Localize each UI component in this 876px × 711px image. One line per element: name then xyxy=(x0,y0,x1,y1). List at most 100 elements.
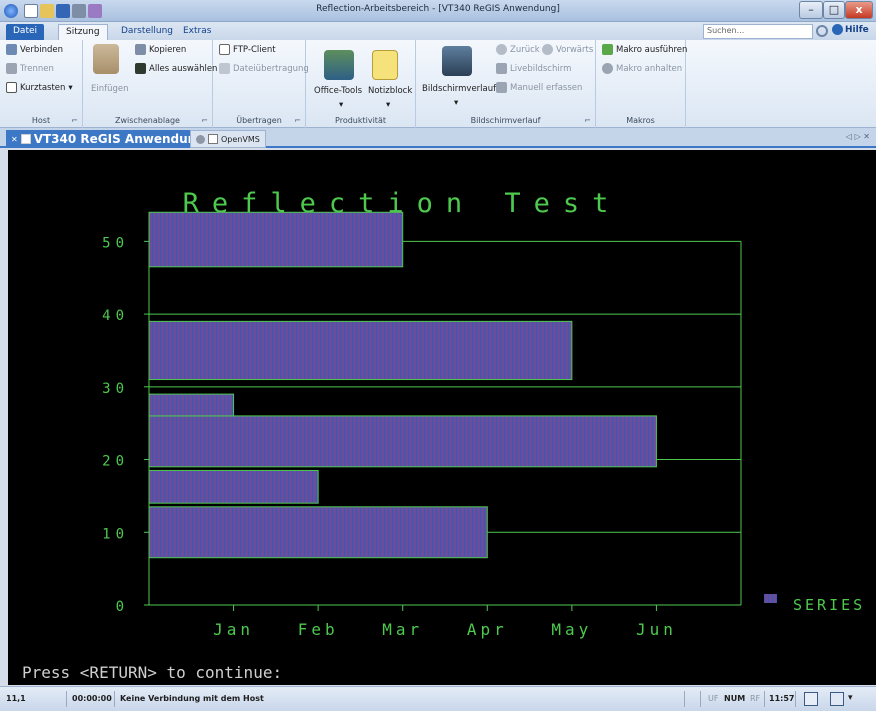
y-tick-label: 20 xyxy=(102,454,129,470)
chevron-down-icon[interactable]: ▾ xyxy=(386,100,390,110)
chevron-down-icon[interactable]: ▾ xyxy=(848,693,853,703)
close-icon[interactable]: ✕ xyxy=(11,135,18,144)
notepad-button[interactable]: Notizblock xyxy=(368,86,412,96)
tab-sitzung[interactable]: Sitzung xyxy=(58,24,108,40)
group-macros: Makro ausführen Makro anhalten Makros xyxy=(596,40,687,128)
group-clipboard: Einfügen Kopieren Alles auswählen Zwisch… xyxy=(83,40,217,128)
status-separator xyxy=(684,691,685,707)
file-transfer-icon xyxy=(219,63,230,74)
terminal-screen[interactable]: Reflection Test 0 10 20 30 40 50 Jan Feb Mar Apr… xyxy=(8,150,876,685)
chevron-down-icon: ▾ xyxy=(68,82,73,93)
search-icon[interactable] xyxy=(816,25,828,37)
bar xyxy=(148,415,657,468)
bar xyxy=(148,469,319,504)
disconnect-label: Trennen xyxy=(20,63,54,74)
office-tools-icon[interactable] xyxy=(324,50,354,80)
copy-label: Kopieren xyxy=(149,44,187,55)
status-separator xyxy=(795,691,796,707)
run-macro-label: Makro ausführen xyxy=(616,44,688,55)
paste-button[interactable]: Einfügen xyxy=(91,84,129,94)
stop-macro-label: Makro anhalten xyxy=(616,63,683,74)
chevron-down-icon[interactable]: ▾ xyxy=(339,100,343,110)
doc-tab-vt340[interactable]: ✕ VT340 ReGIS Anwendung xyxy=(6,130,210,148)
stop-macro-button[interactable]: Makro anhalten xyxy=(602,63,682,74)
terminal-icon xyxy=(20,134,31,144)
keyboard-icon xyxy=(6,82,17,93)
shortcut-keys-button[interactable]: Kurztasten ▾ xyxy=(6,82,73,93)
back-icon xyxy=(496,44,507,55)
disconnect-button[interactable]: Trennen xyxy=(6,63,54,74)
cursor-position: 11,1 xyxy=(6,694,26,703)
capture-label: Manuell erfassen xyxy=(510,82,583,93)
close-icon[interactable] xyxy=(196,134,205,144)
paste-icon[interactable] xyxy=(93,44,119,74)
capture-button[interactable]: Manuell erfassen xyxy=(496,82,582,93)
dialog-launcher-icon[interactable]: ⌐ xyxy=(201,116,208,125)
y-tick-label: 40 xyxy=(102,308,129,324)
live-screen-button[interactable]: Livebildschirm xyxy=(496,63,571,74)
help-label: Hilfe xyxy=(845,24,869,35)
ribbon: Verbinden Trennen Kurztasten ▾ Host ⌐ Ein… xyxy=(0,40,876,128)
disconnect-icon xyxy=(6,63,17,74)
screen-history-button[interactable]: Bildschirmverlauf xyxy=(422,84,496,94)
tab-datei[interactable]: Datei xyxy=(6,24,45,40)
group-screen-history: Bildschirmverlauf ▾ Zurück Vorwärts Live… xyxy=(416,40,596,128)
y-tick-label: 50 xyxy=(102,235,129,251)
shortcut-keys-label: Kurztasten xyxy=(20,82,66,93)
forward-icon xyxy=(542,44,553,55)
dialog-launcher-icon[interactable]: ⌐ xyxy=(294,116,301,125)
select-all-label: Alles auswählen xyxy=(149,63,218,74)
connect-button[interactable]: Verbinden xyxy=(6,44,63,55)
session-timer: 00:00:00 xyxy=(72,694,112,703)
search-input[interactable]: Suchen... xyxy=(703,24,813,39)
legend-swatch xyxy=(764,594,777,603)
notepad-icon[interactable] xyxy=(372,50,398,80)
stop-macro-icon xyxy=(602,63,613,74)
terminal-icon xyxy=(208,134,218,144)
minimize-button[interactable]: – xyxy=(799,1,823,19)
tab-darstellung[interactable]: Darstellung xyxy=(114,24,180,40)
screen-history-icon[interactable] xyxy=(442,46,472,76)
rf-indicator: RF xyxy=(750,694,761,703)
x-tick-label: Mar xyxy=(382,620,423,639)
copy-button[interactable]: Kopieren xyxy=(135,44,186,55)
terminal-prompt: Press <RETURN> to continue: xyxy=(22,663,282,682)
file-transfer-button[interactable]: Dateiübertragung xyxy=(219,63,309,74)
doc-tab-label: VT340 ReGIS Anwendung xyxy=(33,132,205,146)
run-macro-button[interactable]: Makro ausführen xyxy=(602,44,687,55)
y-tick-label: 10 xyxy=(102,526,129,542)
ftp-client-button[interactable]: FTP-Client xyxy=(219,44,276,55)
group-transfer: FTP-Client Dateiübertragung Übertragen ⌐ xyxy=(213,40,309,128)
back-label: Zurück xyxy=(510,44,540,55)
forward-button[interactable]: Vorwärts xyxy=(542,44,593,55)
fullscreen-icon[interactable] xyxy=(804,692,818,706)
back-button[interactable]: Zurück xyxy=(496,44,540,55)
copy-icon xyxy=(135,44,146,55)
legend-label: SERIES xyxy=(793,596,865,614)
select-all-button[interactable]: Alles auswählen xyxy=(135,63,217,74)
doc-tab-label: OpenVMS xyxy=(221,134,260,144)
camera-icon xyxy=(496,82,507,93)
group-label: Bildschirmverlauf xyxy=(470,116,541,125)
help-button[interactable]: Hilfe xyxy=(832,24,869,35)
layout-icon[interactable] xyxy=(830,692,844,706)
ftp-client-label: FTP-Client xyxy=(233,44,276,55)
connection-status: Keine Verbindung mit dem Host xyxy=(120,694,264,703)
connect-label: Verbinden xyxy=(20,44,64,55)
live-screen-icon xyxy=(496,63,507,74)
group-label: Makros xyxy=(626,116,655,125)
x-tick-label: Jun xyxy=(636,620,677,639)
bar xyxy=(148,211,404,268)
tab-extras[interactable]: Extras xyxy=(176,24,218,40)
dialog-launcher-icon[interactable]: ⌐ xyxy=(584,116,591,125)
regis-chart: Reflection Test 01020304050 Jan Feb Mar Apr… xyxy=(22,188,865,682)
close-button[interactable]: x xyxy=(845,1,873,19)
chevron-down-icon[interactable]: ▾ xyxy=(454,98,458,108)
status-separator xyxy=(114,691,115,707)
office-tools-button[interactable]: Office-Tools xyxy=(314,86,362,96)
x-tick-label: Jan xyxy=(213,620,254,639)
tab-scroll-icon[interactable]: ◁ ▷ ✕ xyxy=(846,132,870,141)
dialog-launcher-icon[interactable]: ⌐ xyxy=(71,116,78,125)
doc-tab-openvms[interactable]: OpenVMS xyxy=(190,130,266,148)
maximize-button[interactable]: □ xyxy=(823,1,845,19)
